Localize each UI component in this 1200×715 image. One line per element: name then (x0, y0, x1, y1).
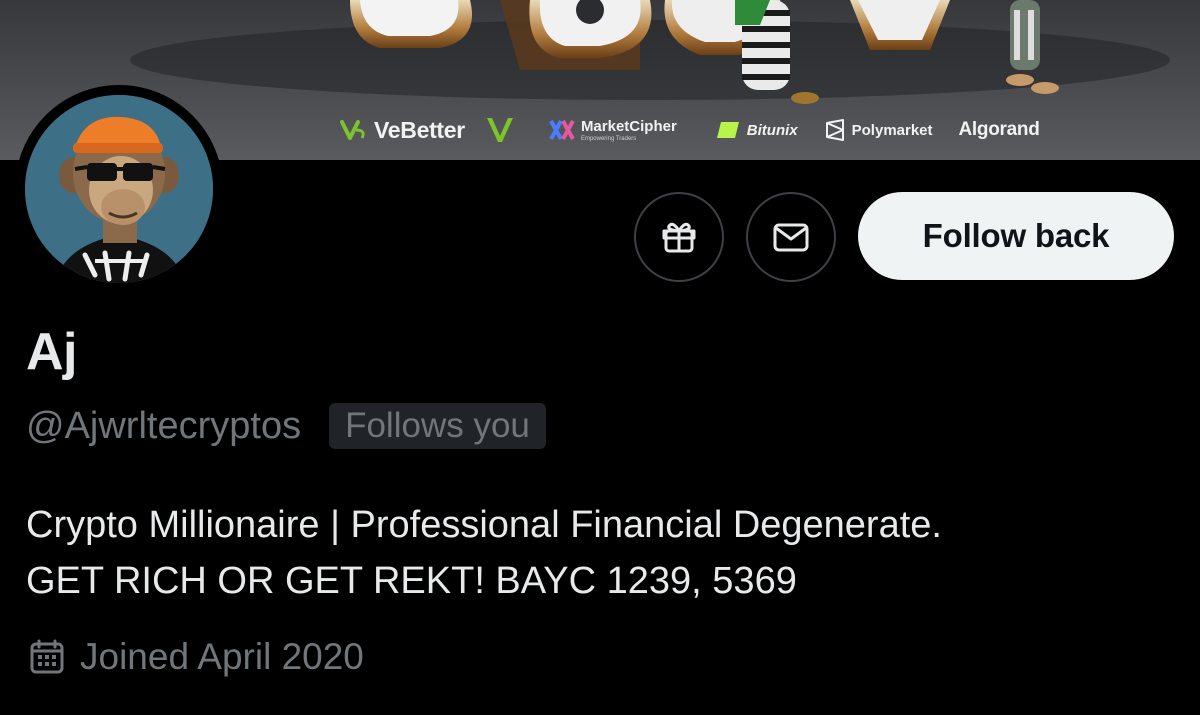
sponsor-logos: VeBetter MarketCipher Empowering Traders (330, 112, 1040, 148)
marketcipher-mark-icon (549, 120, 575, 140)
joined-label: Joined April 2020 (80, 636, 364, 677)
bio-line: GET RICH OR GET REKT! BAYC 1239, 5369 (26, 560, 797, 602)
calendar-icon (30, 639, 64, 674)
algorand-logo: Algorand (959, 119, 1040, 141)
polymarket-mark-icon (825, 119, 844, 141)
handle-row: @Ajwrltecryptos Follows you (26, 402, 546, 450)
vebetter-mark-icon (340, 120, 365, 140)
envelope-icon (773, 223, 809, 252)
profile-bio: Crypto Millionaire | Professional Financ… (26, 497, 1176, 609)
vebetter-label: VeBetter (374, 116, 465, 143)
marketcipher-label: MarketCipher (580, 117, 677, 135)
marketcipher-logo: MarketCipher Empowering Traders (549, 119, 677, 142)
display-name: Aj (26, 323, 78, 381)
profile-page: VeBetter MarketCipher Empowering Traders (0, 0, 1200, 715)
follows-you-badge: Follows you (329, 403, 546, 449)
polymarket-logo: Polymarket (824, 119, 933, 141)
vechain-v-icon (486, 118, 513, 142)
bio-line: Crypto Millionaire | Professional Financ… (26, 504, 942, 546)
marketcipher-tagline: Empowering Traders (580, 135, 637, 142)
gift-icon (662, 222, 696, 253)
avatar[interactable] (15, 85, 223, 293)
algorand-label: Algorand (958, 119, 1040, 140)
bitunix-mark-icon (716, 122, 739, 138)
ape-avatar-icon (25, 95, 213, 283)
bitunix-label: Bitunix (746, 121, 798, 139)
bitunix-logo: Bitunix (716, 120, 798, 140)
joined-date: Joined April 2020 (28, 634, 364, 680)
user-handle[interactable]: @Ajwrltecryptos (26, 405, 301, 448)
vechain-logo (485, 116, 515, 144)
gift-button[interactable] (634, 192, 724, 282)
follow-back-button[interactable]: Follow back (858, 192, 1174, 280)
vebetter-logo: VeBetter (340, 117, 465, 144)
message-button[interactable] (746, 192, 836, 282)
polymarket-label: Polymarket (851, 121, 933, 139)
